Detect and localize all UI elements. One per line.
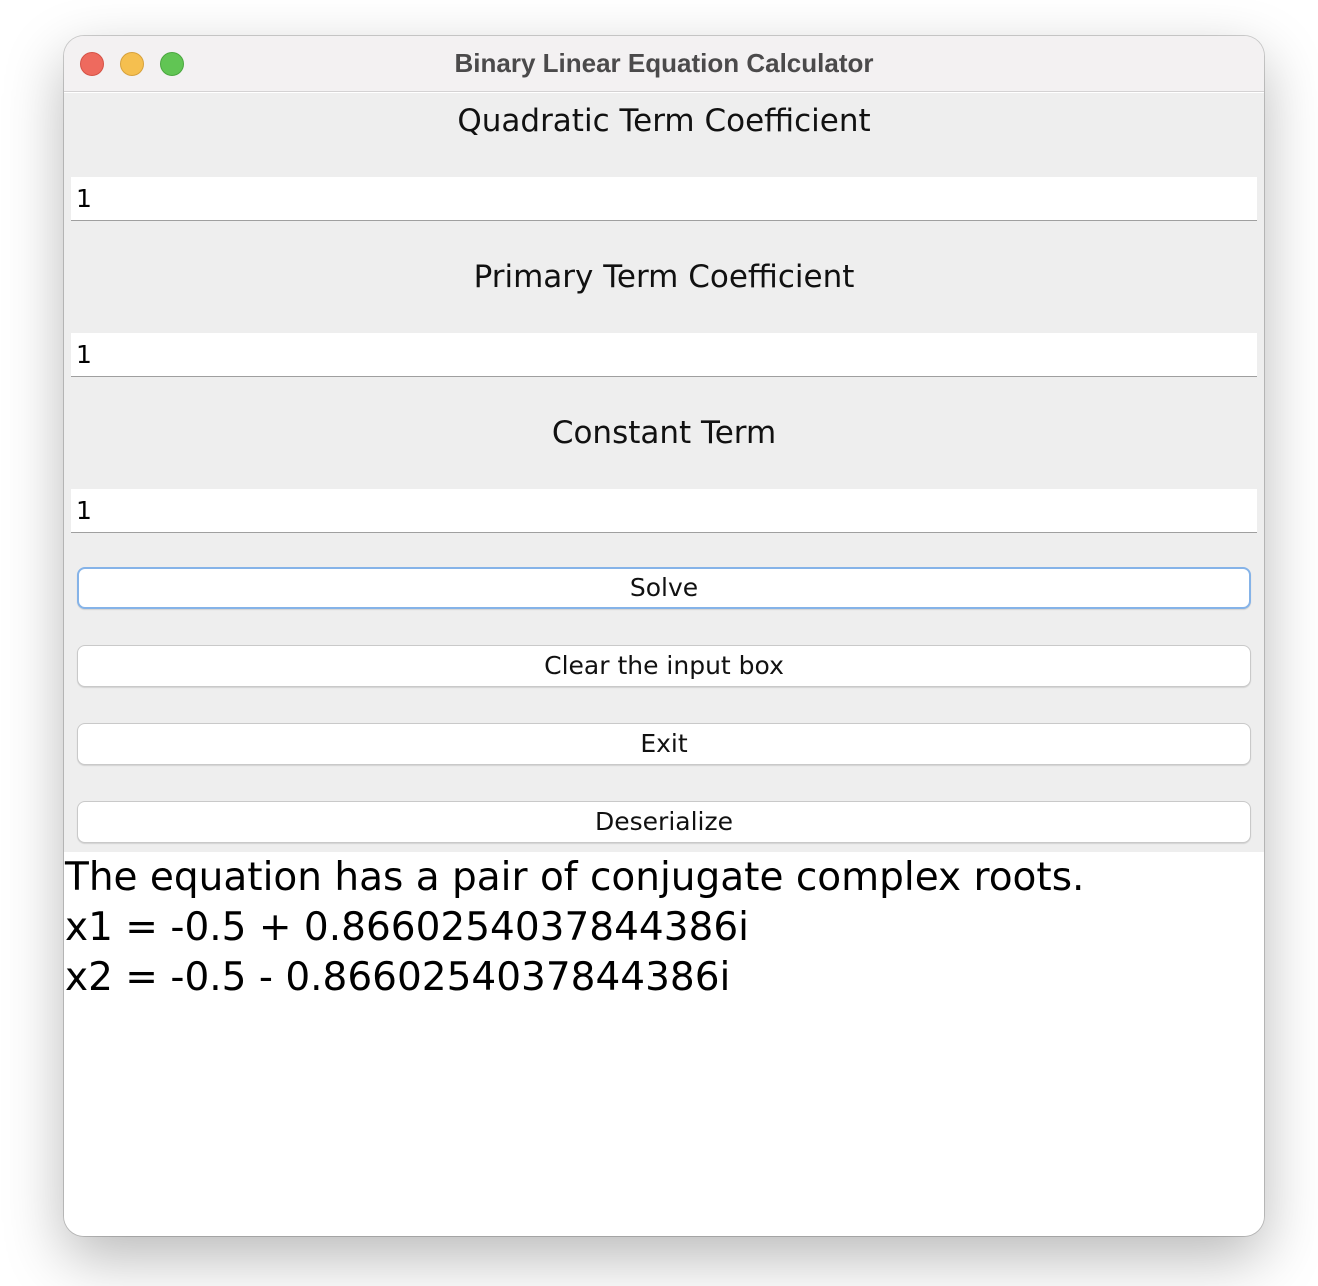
exit-button[interactable]: Exit: [77, 723, 1251, 765]
quadratic-coefficient-label: Quadratic Term Coefficient: [457, 103, 871, 139]
input-panel: Quadratic Term Coefficient Primary Term …: [64, 93, 1264, 852]
primary-coefficient-label: Primary Term Coefficient: [473, 259, 855, 295]
primary-coefficient-input[interactable]: [71, 333, 1257, 377]
title-bar[interactable]: Binary Linear Equation Calculator: [64, 36, 1264, 92]
result-output-area[interactable]: The equation has a pair of conjugate com…: [64, 852, 1264, 1236]
deserialize-button[interactable]: Deserialize: [77, 801, 1251, 843]
clear-input-button[interactable]: Clear the input box: [77, 645, 1251, 687]
result-summary-text: The equation has a pair of conjugate com…: [65, 855, 1085, 900]
root-x2-text: x2 = -0.5 - 0.8660254037844386i: [65, 955, 731, 1000]
root-x1-text: x1 = -0.5 + 0.8660254037844386i: [65, 905, 749, 950]
window-title: Binary Linear Equation Calculator: [454, 48, 874, 78]
constant-term-input[interactable]: [71, 489, 1257, 533]
constant-term-label: Constant Term: [551, 415, 777, 451]
solve-button[interactable]: Solve: [77, 567, 1251, 609]
app-window: Binary Linear Equation Calculator Quadra…: [64, 36, 1264, 1236]
quadratic-coefficient-input[interactable]: [71, 177, 1257, 221]
